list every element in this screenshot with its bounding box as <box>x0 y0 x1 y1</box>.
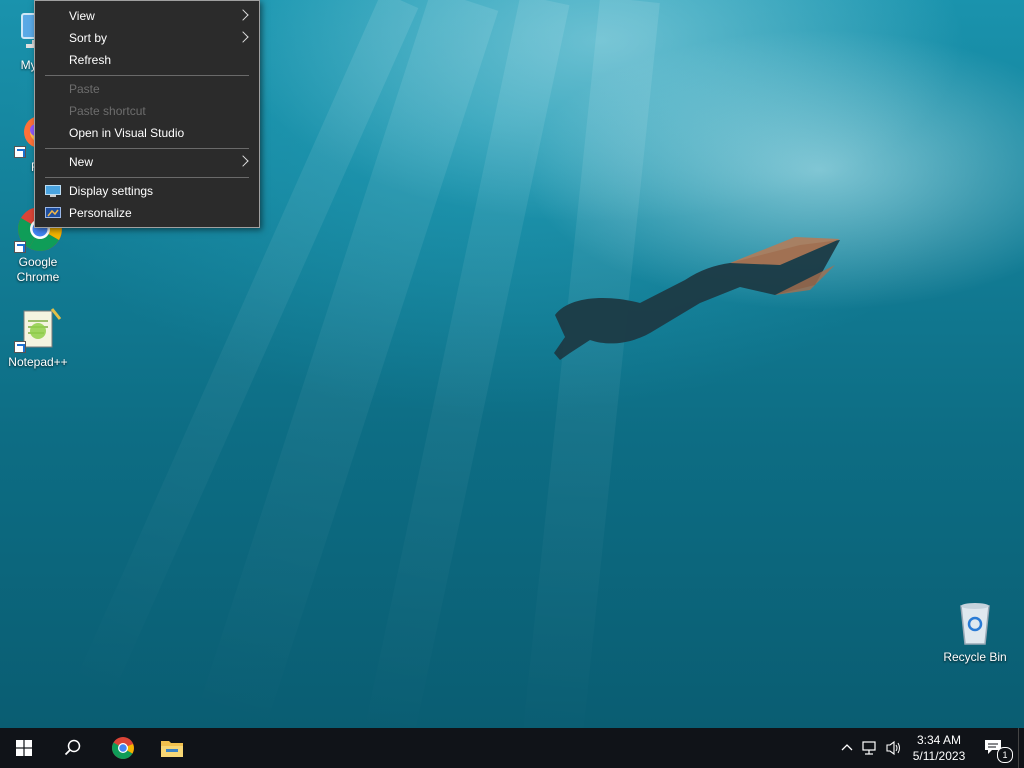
speaker-icon <box>886 740 900 756</box>
chevron-up-icon <box>841 744 853 751</box>
menu-item-label: Personalize <box>69 206 132 220</box>
show-desktop-button[interactable] <box>1018 728 1024 768</box>
desktop-icon-recycle-bin[interactable]: Recycle Bin <box>937 600 1013 665</box>
chevron-right-icon <box>237 31 249 43</box>
notification-center-button[interactable]: 1 <box>976 728 1016 768</box>
swimmer-illustration <box>554 237 840 360</box>
start-button[interactable] <box>0 728 48 768</box>
desktop-icon-label: Recycle Bin <box>943 650 1007 664</box>
menu-item-label: Display settings <box>69 184 154 198</box>
desktop-background[interactable]: My Co Fir Google Chrome Notepad++ <box>0 0 1024 728</box>
taskbar-file-explorer-button[interactable] <box>148 728 198 768</box>
menu-item-refresh[interactable]: Refresh <box>35 49 259 71</box>
menu-item-label: Paste <box>69 82 100 96</box>
menu-item-display-settings[interactable]: Display settings <box>35 180 259 202</box>
desktop-context-menu: View Sort by Refresh Paste Paste shortcu… <box>34 0 260 228</box>
network-icon <box>862 741 876 755</box>
menu-item-label: Open in Visual Studio <box>69 126 185 140</box>
file-explorer-icon <box>161 741 183 757</box>
shortcut-arrow-icon <box>14 341 26 353</box>
shortcut-arrow-icon <box>14 241 26 253</box>
menu-separator <box>45 148 249 149</box>
menu-item-label: New <box>69 155 94 169</box>
menu-separator <box>45 177 249 178</box>
network-button[interactable] <box>858 728 882 768</box>
notification-count-badge: 1 <box>997 747 1013 763</box>
menu-item-view[interactable]: View <box>35 5 259 27</box>
clock-date: 5/11/2023 <box>912 749 966 763</box>
desktop-icon-label: Google Chrome <box>16 255 60 284</box>
volume-button[interactable] <box>882 728 906 768</box>
menu-item-paste[interactable]: Paste <box>35 78 259 100</box>
menu-item-label: Sort by <box>69 31 108 45</box>
chevron-right-icon <box>237 9 249 21</box>
menu-item-open-in-visual-studio[interactable]: Open in Visual Studio <box>35 122 259 144</box>
menu-item-new[interactable]: New <box>35 151 259 173</box>
menu-item-personalize[interactable]: Personalize <box>35 202 259 224</box>
desktop-icon-notepad-plus-plus[interactable]: Notepad++ <box>0 305 76 370</box>
menu-item-label: Refresh <box>69 53 112 67</box>
menu-separator <box>45 75 249 76</box>
start-icon <box>16 740 32 756</box>
clock-button[interactable]: 3:34 AM 5/11/2023 <box>906 728 972 768</box>
chrome-icon <box>112 737 134 759</box>
notepad-plus-plus-icon <box>14 305 62 353</box>
taskbar-chrome-button[interactable] <box>98 728 148 768</box>
menu-item-label: View <box>69 9 95 23</box>
search-button[interactable] <box>48 728 96 768</box>
search-icon <box>64 739 81 756</box>
display-icon <box>45 185 61 197</box>
desktop-icon-label: Notepad++ <box>8 355 68 369</box>
menu-item-sort-by[interactable]: Sort by <box>35 27 259 49</box>
chevron-right-icon <box>237 155 249 167</box>
personalize-icon <box>45 207 61 218</box>
clock-time: 3:34 AM <box>916 733 962 747</box>
menu-item-label: Paste shortcut <box>69 104 146 118</box>
show-hidden-icons-button[interactable] <box>838 728 856 768</box>
shortcut-arrow-icon <box>14 146 26 158</box>
taskbar: 3:34 AM 5/11/2023 1 <box>0 728 1024 768</box>
menu-item-paste-shortcut[interactable]: Paste shortcut <box>35 100 259 122</box>
recycle-bin-icon <box>951 600 999 648</box>
